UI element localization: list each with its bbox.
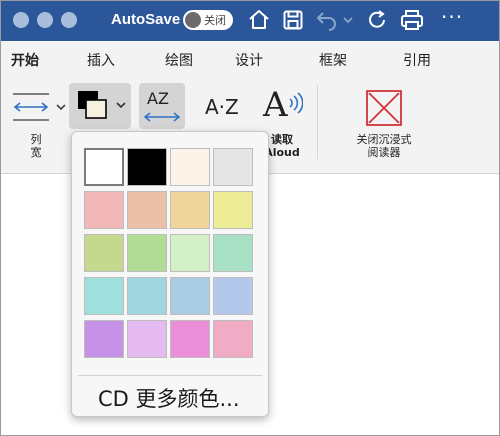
menu-separator <box>78 375 262 376</box>
ribbon-separator <box>317 85 318 159</box>
column-width-chevron-icon[interactable] <box>55 97 67 117</box>
page-color-button[interactable] <box>69 83 131 129</box>
page-color-icon <box>78 91 107 119</box>
color-swatch[interactable] <box>127 148 167 186</box>
autosave-toggle-label: 关闭 <box>204 14 226 27</box>
page-color-menu: CD 更多颜色... <box>71 131 269 417</box>
sound-waves-icon <box>289 92 303 114</box>
color-swatch[interactable] <box>127 191 167 229</box>
syllables-button[interactable]: A·Z <box>205 95 239 119</box>
more-colors-button[interactable]: CD 更多颜色... <box>98 383 240 413</box>
column-width-label: 列 宽 <box>30 133 42 159</box>
toggle-knob <box>185 12 201 28</box>
autosave-toggle[interactable]: 关闭 <box>183 10 233 30</box>
read-aloud-icon-letter: A <box>263 85 288 125</box>
save-icon[interactable] <box>281 8 305 32</box>
column-width-icon[interactable] <box>11 91 51 123</box>
print-icon[interactable] <box>399 8 425 32</box>
undo-icon[interactable] <box>315 8 339 32</box>
minimize-window-icon[interactable] <box>37 12 53 28</box>
color-swatch[interactable] <box>170 234 210 272</box>
close-immersive-reader-label: 关闭沉浸式 阅读器 <box>356 133 412 159</box>
more-options-icon[interactable]: ··· <box>441 7 463 27</box>
tab-references[interactable]: 引用 <box>403 50 431 70</box>
color-swatch[interactable] <box>84 148 124 186</box>
autosave-label: AutoSave <box>111 11 181 28</box>
read-aloud-button[interactable]: A <box>259 83 309 129</box>
word-window: AutoSave 关闭 ··· 开始 插入 绘图 设计 框架 引用 列 宽 AZ… <box>0 0 500 436</box>
ribbon-tabs: 开始 插入 绘图 设计 框架 引用 <box>1 41 499 77</box>
color-swatch[interactable] <box>213 277 253 315</box>
color-swatch[interactable] <box>127 234 167 272</box>
color-swatch[interactable] <box>127 320 167 358</box>
close-immersive-reader-icon[interactable] <box>365 89 403 127</box>
refresh-icon[interactable] <box>365 8 389 32</box>
color-swatch[interactable] <box>213 191 253 229</box>
tab-insert[interactable]: 插入 <box>87 50 115 70</box>
tab-design[interactable]: 设计 <box>235 50 263 70</box>
chevron-down-icon[interactable] <box>341 8 355 32</box>
text-spacing-icon-text: AZ <box>147 89 169 108</box>
color-swatch[interactable] <box>170 148 210 186</box>
title-bar: AutoSave 关闭 ··· <box>1 1 499 41</box>
color-swatch[interactable] <box>170 320 210 358</box>
color-swatch[interactable] <box>84 320 124 358</box>
color-swatch[interactable] <box>170 277 210 315</box>
color-swatch[interactable] <box>213 234 253 272</box>
home-icon[interactable] <box>247 8 271 32</box>
color-swatch[interactable] <box>84 277 124 315</box>
text-spacing-arrow-icon <box>143 112 181 122</box>
close-window-icon[interactable] <box>13 12 29 28</box>
color-swatch[interactable] <box>84 191 124 229</box>
color-swatch[interactable] <box>213 320 253 358</box>
text-spacing-button[interactable]: AZ <box>139 83 185 129</box>
tab-draw[interactable]: 绘图 <box>165 50 193 70</box>
color-swatch[interactable] <box>84 234 124 272</box>
color-swatch[interactable] <box>127 277 167 315</box>
zoom-window-icon[interactable] <box>61 12 77 28</box>
tab-home[interactable]: 开始 <box>11 50 39 70</box>
color-swatch[interactable] <box>213 148 253 186</box>
color-swatch[interactable] <box>170 191 210 229</box>
chevron-down-icon <box>116 102 126 109</box>
tab-layout[interactable]: 框架 <box>319 50 347 70</box>
